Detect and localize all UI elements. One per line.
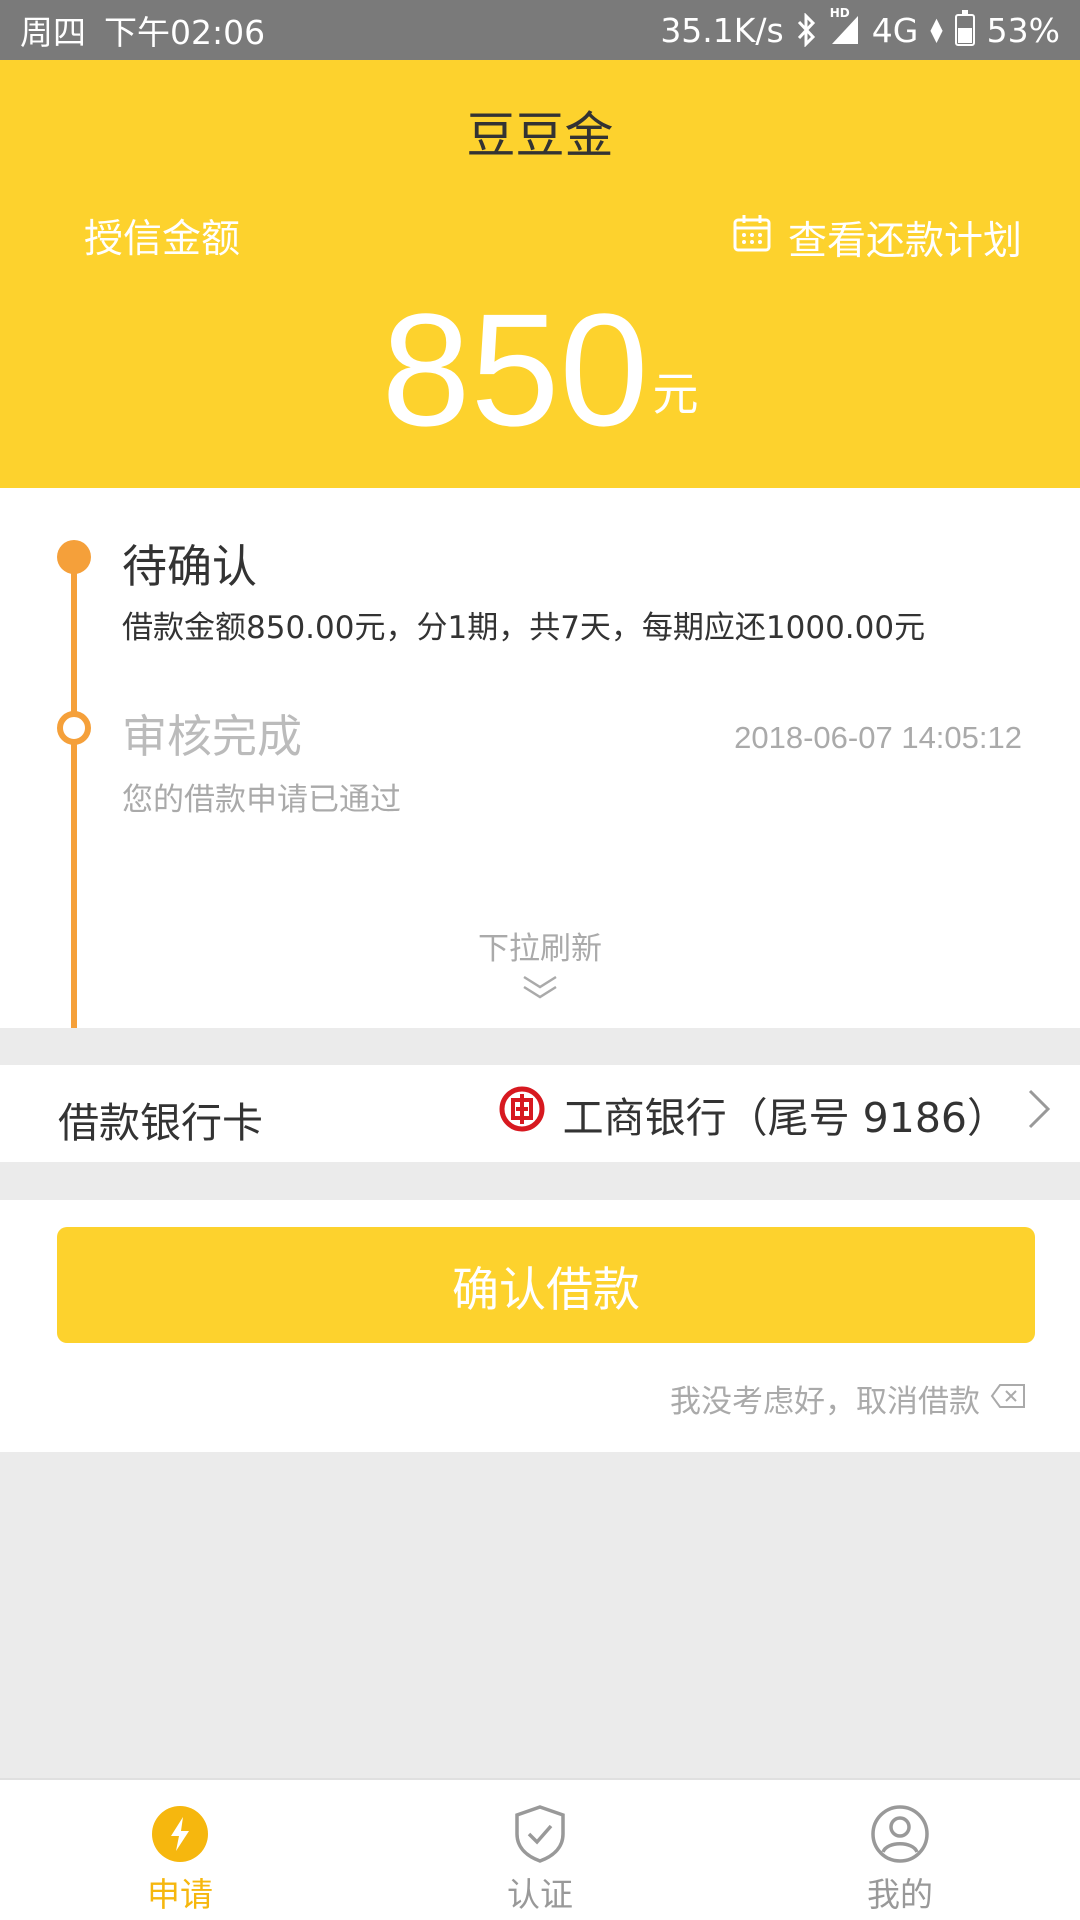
page-title: 豆豆金 [466, 107, 614, 164]
bank-name: 工商银行（尾号 9186） [562, 1093, 1008, 1142]
step-approved-title: 审核完成 [122, 710, 303, 763]
screen: 周四 下午02:06 35.1K/s HD 4G ▲ ▼ 53% 豆豆金 授信金额 [0, 0, 1080, 1920]
bluetooth-icon [796, 13, 818, 47]
timeline-dot-current [57, 540, 91, 574]
credit-label: 授信金额 [84, 217, 241, 262]
network-type: 4G [871, 10, 919, 50]
status-bar: 周四 下午02:06 35.1K/s HD 4G ▲ ▼ 53% [0, 0, 1080, 60]
step-approved-desc: 您的借款申请已通过 [122, 782, 401, 818]
backspace-icon [990, 1381, 1026, 1417]
double-chevron-down-icon [520, 973, 560, 1007]
step-approved-time: 2018-06-07 14:05:12 [734, 720, 1022, 755]
tab-verify-label: 认证 [507, 1875, 573, 1914]
hd-badge: HD [829, 6, 850, 20]
status-day: 周四 [20, 13, 86, 52]
tab-apply-label: 申请 [147, 1875, 213, 1914]
loan-status-timeline: 待确认 借款金额850.00元，分1期，共7天，每期应还1000.00元 审核完… [0, 488, 1080, 1028]
bank-card-value: 工商银行（尾号 9186） [499, 1065, 1052, 1162]
step-pending-desc: 借款金额850.00元，分1期，共7天，每期应还1000.00元 [122, 610, 926, 646]
repayment-plan-link[interactable]: 查看还款计划 [732, 210, 1022, 266]
chevron-right-icon [1026, 1087, 1052, 1141]
bank-card-label: 借款银行卡 [58, 1099, 263, 1147]
pull-refresh-hint: 下拉刷新 [478, 931, 602, 967]
tab-apply[interactable]: 申请 [80, 1780, 280, 1920]
shield-check-icon [513, 1804, 567, 1864]
credit-amount-unit: 元 [652, 367, 699, 421]
credit-amount: 850 元 [0, 290, 1080, 450]
cancel-loan-label: 我没考虑好，取消借款 [670, 1384, 980, 1420]
action-area: 确认借款 我没考虑好，取消借款 [0, 1200, 1080, 1452]
timeline-dot-done [57, 711, 91, 745]
confirm-loan-button[interactable]: 确认借款 [57, 1227, 1035, 1343]
repayment-plan-label: 查看还款计划 [787, 219, 1022, 264]
data-arrows-icon: ▲ ▼ [930, 14, 943, 45]
icbc-logo-icon [499, 1086, 545, 1142]
battery-icon [954, 10, 975, 46]
tab-mine[interactable]: 我的 [800, 1780, 1000, 1920]
bank-card-row[interactable]: 借款银行卡 工商银行（尾号 9186） [0, 1065, 1080, 1162]
signal-icon: HD [830, 6, 860, 46]
credit-amount-value: 850 [381, 280, 649, 459]
calendar-icon [732, 213, 772, 263]
lightning-icon [151, 1804, 209, 1864]
cancel-loan-link[interactable]: 我没考虑好，取消借款 [670, 1376, 1026, 1421]
tab-verify[interactable]: 认证 [440, 1780, 640, 1920]
status-time: 下午02:06 [104, 13, 266, 52]
user-icon [870, 1804, 930, 1864]
credit-header: 豆豆金 授信金额 查看还款计划 850 元 [0, 60, 1080, 488]
battery-level: 53% [986, 10, 1060, 50]
bottom-tab-bar: 申请 认证 我的 [0, 1778, 1080, 1920]
tab-mine-label: 我的 [867, 1875, 933, 1914]
net-speed: 35.1K/s [660, 10, 784, 50]
step-pending-title: 待确认 [122, 540, 258, 593]
